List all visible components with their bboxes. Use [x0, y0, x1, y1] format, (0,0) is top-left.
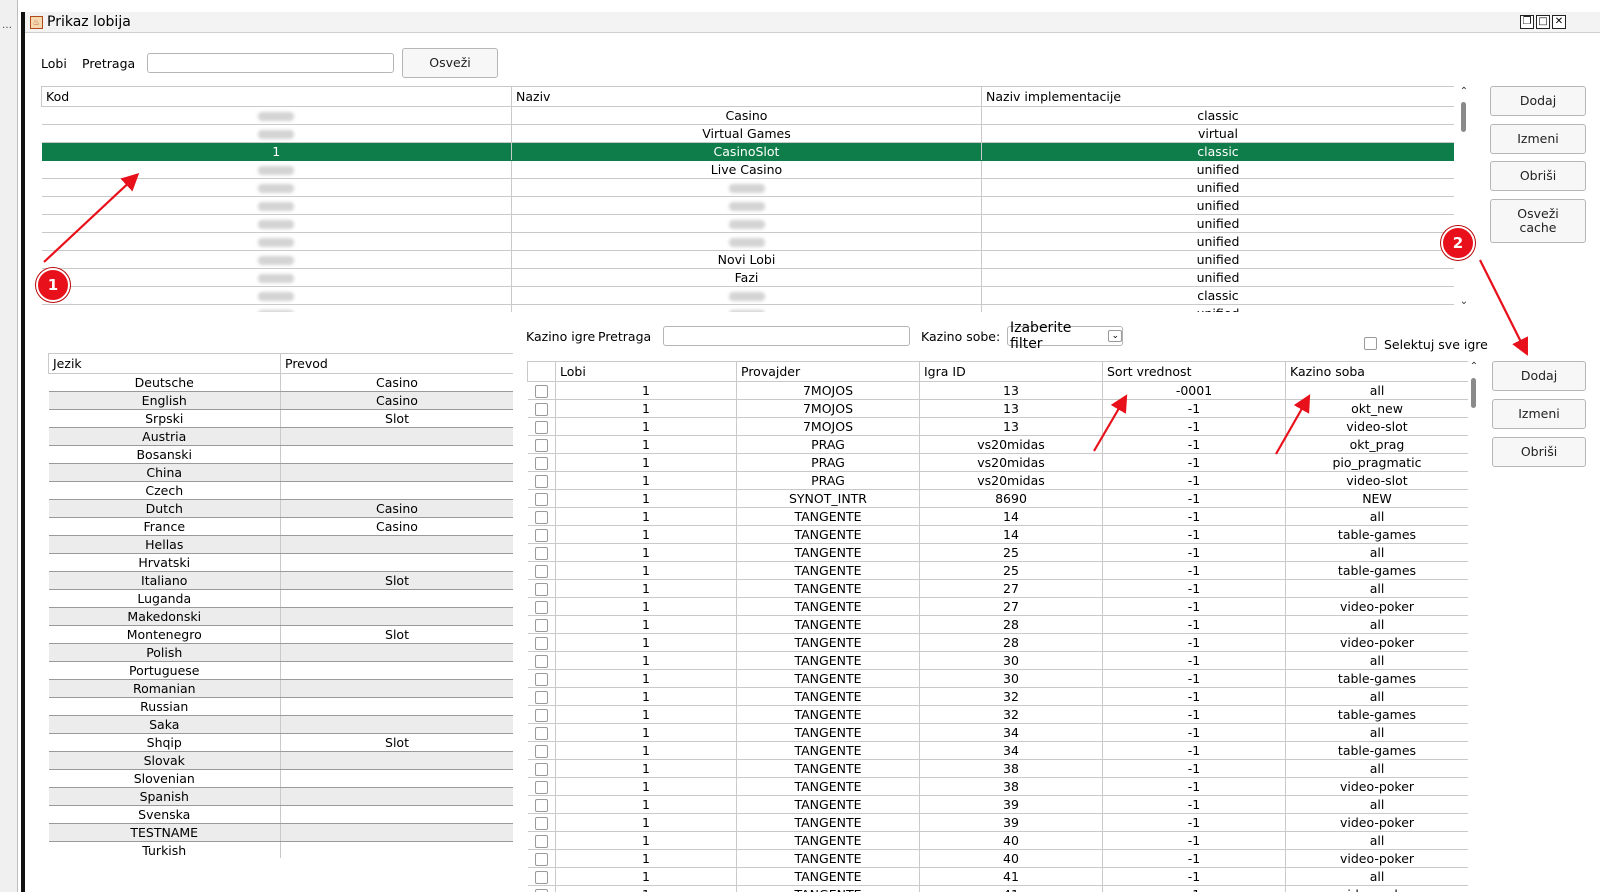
arrow-1 [43, 172, 140, 263]
arrow-2 [1479, 259, 1528, 356]
annotation-badge-1: 1 [36, 268, 70, 302]
arrow-sort [1093, 394, 1128, 452]
annotation-arrows [43, 172, 1528, 455]
arrow-room [1275, 394, 1311, 455]
annotation-badge-2: 2 [1441, 226, 1475, 260]
